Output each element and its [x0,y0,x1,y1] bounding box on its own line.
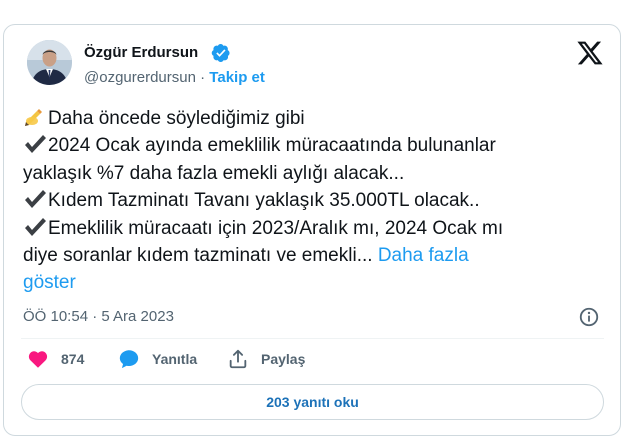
author-name[interactable]: Özgür Erdursun [84,44,198,61]
avatar[interactable] [27,40,72,85]
read-replies-button[interactable]: 203 yanıtı oku [21,384,604,420]
handle-row: @ozgurerdursun · Takip et [84,69,265,86]
x-logo-icon[interactable] [576,39,604,67]
reply-button[interactable]: Yanıtla [118,348,197,370]
info-icon[interactable] [578,306,600,328]
reply-label: Yanıtla [152,351,198,367]
tweet-timestamp[interactable]: ÖÖ 10:54 · 5 Ara 2023 [23,308,174,325]
tweet-card: Özgür Erdursun @ozgurerdursun · Takip et… [3,24,621,436]
share-icon [229,349,247,369]
tweet-text: Daha öncede söylediğimiz gibi 2024 Ocak … [23,105,608,297]
tweet-line-2: 2024 Ocak ayında emeklilik müracaatında … [23,132,608,159]
writing-hand-icon [25,109,42,126]
show-more-link-continued[interactable]: göster [23,269,608,296]
tweet-line-1: Daha öncede söylediğimiz gibi [23,105,608,132]
like-button[interactable]: 874 [27,348,84,370]
like-count: 874 [61,351,85,367]
follow-button[interactable]: Takip et [209,69,265,86]
separator-dot: · [200,69,206,86]
tweet-line-6: diye soranlar kıdem tazminatı ve emekli.… [23,245,469,267]
share-label: Paylaş [261,351,306,367]
tweet-line-3: yaklaşık %7 daha fazla emekli aylığı ala… [23,162,405,184]
show-more-link[interactable]: Daha fazla [378,245,469,266]
check-mark-icon [25,190,46,209]
verified-badge-icon [211,44,230,62]
tweet-line-5: Emeklilik müracaatı için 2023/Aralık mı,… [23,215,608,242]
check-mark-icon [25,217,46,236]
avatar-photo [27,40,72,85]
share-button[interactable]: Paylaş [227,348,305,370]
divider [21,338,604,339]
tweet-line-4: Kıdem Tazminatı Tavanı yaklaşık 35.000TL… [23,187,608,214]
check-mark-icon [25,135,46,154]
heart-icon [28,351,48,368]
reply-bubble-icon [119,350,139,369]
author-handle[interactable]: @ozgurerdursun [84,69,196,86]
